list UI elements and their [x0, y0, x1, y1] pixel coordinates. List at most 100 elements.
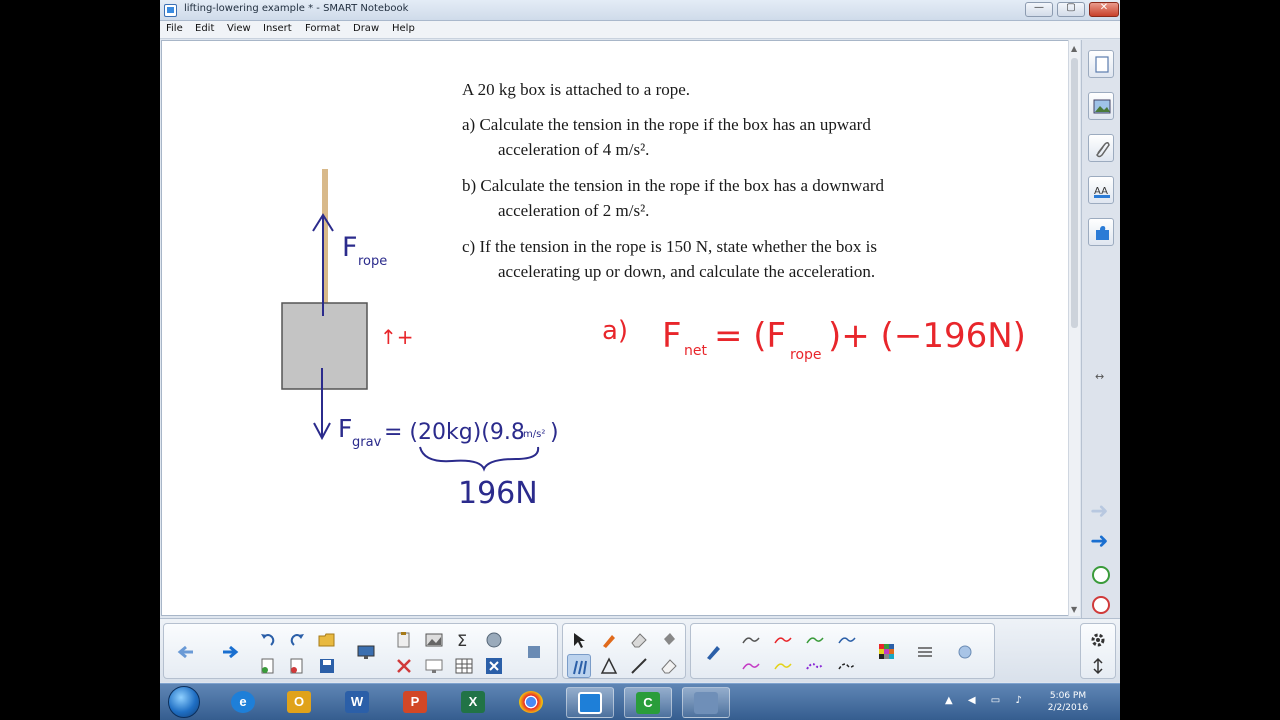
taskbar-excel[interactable]: X [450, 687, 498, 718]
screen-capture-button[interactable] [422, 654, 446, 678]
updown-arrow-icon [1093, 657, 1103, 675]
side-tab-bar: AA ↔ ➜ ➜ [1081, 40, 1120, 620]
gear-icon [1091, 633, 1105, 647]
positive-direction-label: ↑+ [380, 325, 414, 349]
settings-button[interactable] [1086, 628, 1110, 652]
menu-edit[interactable]: Edit [195, 23, 214, 34]
add-page-icon[interactable] [1092, 566, 1110, 584]
gravity-result: 196N [458, 476, 538, 511]
excel-icon: X [461, 691, 485, 713]
menu-help[interactable]: Help [392, 23, 415, 34]
f-grav-close: ) [550, 420, 559, 445]
fill-button[interactable] [657, 628, 681, 652]
cut-button[interactable] [392, 654, 416, 678]
lines-button[interactable] [627, 654, 651, 678]
previous-page-icon[interactable]: ➜ [1090, 501, 1108, 523]
start-button[interactable] [168, 686, 200, 718]
add-ons-tab[interactable] [1088, 218, 1114, 246]
taskbar-smart-notebook[interactable] [566, 687, 614, 718]
taskbar-chrome[interactable] [508, 687, 556, 718]
menu-view[interactable]: View [227, 23, 251, 34]
next-page-icon[interactable]: ➜ [1090, 531, 1108, 553]
free-body-diagram: F rope ↑+ F grav = (20kg)(9.8 m/s² ) 196… [281, 169, 1026, 511]
pen-style-purple[interactable] [803, 654, 827, 678]
chrome-icon [519, 691, 543, 713]
smart-notebook-window: lifting-lowering example * - SMART Noteb… [160, 0, 1120, 720]
toolbar-group-settings [1080, 623, 1116, 679]
taskbar-recorder[interactable] [682, 687, 730, 718]
paste-button[interactable] [392, 628, 416, 652]
pen-style-red[interactable] [771, 628, 795, 652]
color-grid-icon [879, 644, 894, 659]
magic-pen-button[interactable] [597, 628, 621, 652]
paperclip-icon [1096, 141, 1110, 158]
eraser-alt-button[interactable] [657, 654, 681, 678]
pen-style-dashed[interactable] [835, 654, 859, 678]
table-button[interactable] [452, 654, 476, 678]
select-button[interactable] [567, 628, 591, 652]
page-sorter-tab[interactable] [1088, 50, 1114, 78]
scroll-up-icon[interactable]: ▲ [1071, 44, 1077, 53]
properties-tab[interactable]: AA [1088, 176, 1114, 204]
save-button[interactable] [315, 654, 339, 678]
pens-button[interactable] [567, 654, 591, 678]
pen-tool-button[interactable] [701, 640, 725, 664]
gallery-tab[interactable] [1088, 92, 1114, 120]
color-palette-button[interactable] [875, 640, 899, 664]
attachments-tab[interactable] [1088, 134, 1114, 162]
pen-style-magenta[interactable] [739, 654, 763, 678]
transparency-button[interactable] [953, 640, 977, 664]
maximize-button[interactable]: ▢ [1057, 2, 1085, 17]
screen-shade-button[interactable] [354, 640, 378, 664]
taskbar-word[interactable]: W [334, 687, 382, 718]
pen-style-green[interactable] [803, 628, 827, 652]
taskbar-powerpoint[interactable]: P [392, 687, 440, 718]
new-page-button[interactable] [256, 654, 280, 678]
close-button[interactable]: ✕ [1089, 2, 1119, 17]
undo-icon [261, 634, 275, 646]
recorder-icon [694, 692, 718, 714]
system-tray-icons[interactable]: ▲ ◀ ▭ ♪ [945, 695, 1028, 706]
taskbar-internet-explorer[interactable]: e [220, 687, 268, 718]
title-bar: lifting-lowering example * - SMART Noteb… [160, 0, 1120, 21]
insert-image-button[interactable] [422, 628, 446, 652]
clock-time: 5:06 PM [1049, 691, 1087, 701]
notebook-page[interactable]: A 20 kg box is attached to a rope. a) Ca… [161, 40, 1069, 616]
menu-format[interactable]: Format [305, 23, 340, 34]
hand-tool-button[interactable] [482, 628, 506, 652]
outlook-icon: O [287, 691, 311, 713]
delete-page-icon[interactable] [1092, 596, 1110, 614]
pen-style-blue[interactable] [835, 628, 859, 652]
system-clock[interactable]: 5:06 PM 2/2/2016 [1038, 690, 1098, 714]
f-grav-equation: = (20kg)(9.8 [384, 420, 525, 445]
taskbar-camtasia[interactable]: C [624, 687, 672, 718]
forward-button[interactable] [218, 640, 242, 664]
taskbar-outlook[interactable]: O [276, 687, 324, 718]
pen-style-gray[interactable] [739, 628, 763, 652]
eraser-button[interactable] [627, 628, 651, 652]
fnet-label: F [662, 316, 682, 356]
customize-button[interactable] [522, 640, 546, 664]
toolbar-group-pens [690, 623, 995, 679]
delete-page-button[interactable] [285, 654, 309, 678]
menu-file[interactable]: File [166, 23, 183, 34]
back-button[interactable] [174, 640, 198, 664]
scroll-down-icon[interactable]: ▼ [1071, 605, 1077, 614]
redo-icon [290, 634, 304, 646]
line-style-button[interactable] [913, 640, 937, 664]
menu-insert[interactable]: Insert [263, 23, 292, 34]
menu-draw[interactable]: Draw [353, 23, 379, 34]
equation-button[interactable]: Σ [452, 628, 476, 652]
move-sidebar-icon[interactable]: ↔ [1095, 370, 1104, 383]
vertical-scrollbar[interactable]: ▲ ▼ [1068, 40, 1080, 616]
undo-button[interactable] [256, 628, 280, 652]
open-file-button[interactable] [315, 628, 339, 652]
move-toolbar-button[interactable] [1086, 654, 1110, 678]
svg-text:Σ: Σ [457, 631, 467, 649]
close-shade-button[interactable] [482, 654, 506, 678]
pen-style-yellow[interactable] [771, 654, 795, 678]
scrollbar-thumb[interactable] [1071, 58, 1078, 328]
shapes-button[interactable] [597, 654, 621, 678]
redo-button[interactable] [285, 628, 309, 652]
minimize-button[interactable]: — [1025, 2, 1053, 17]
